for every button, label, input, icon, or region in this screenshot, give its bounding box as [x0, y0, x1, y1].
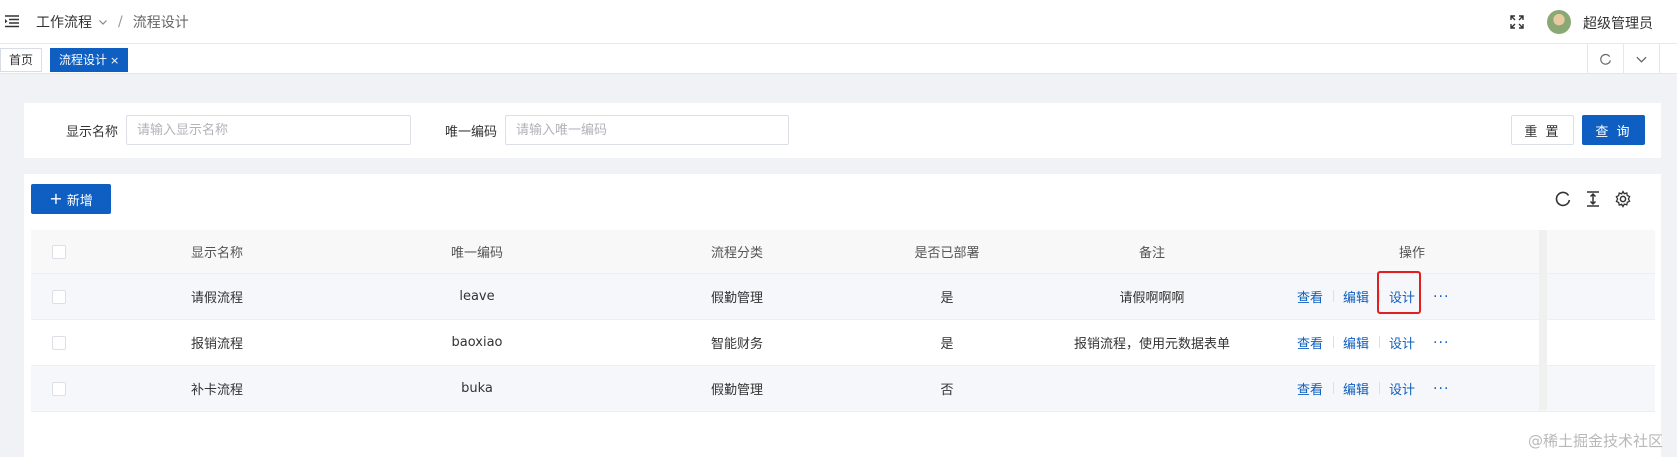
- tabs-extra: [1659, 44, 1677, 74]
- cell-unique-code: buka: [461, 381, 493, 396]
- tabs-bar: 首页 流程设计 ×: [0, 44, 1677, 74]
- search-panel: 显示名称 唯一编码 重 置 查 询: [24, 103, 1661, 158]
- cell-category: 假勤管理: [710, 383, 763, 398]
- cell-remark: [1027, 366, 1277, 411]
- close-icon[interactable]: ×: [110, 54, 119, 67]
- design-link[interactable]: 设计: [1379, 379, 1425, 398]
- column-header: 备注: [1138, 246, 1165, 261]
- reset-button[interactable]: 重 置: [1511, 115, 1574, 145]
- column-header: 操作: [1398, 246, 1425, 261]
- table-row: 补卡流程 buka 假勤管理 否 查看 编辑 设计 ···: [31, 366, 1655, 412]
- tabs-dropdown-button[interactable]: [1623, 44, 1659, 74]
- top-header: 工作流程 / 流程设计 超级管理员: [0, 0, 1677, 44]
- row-select-cell: [31, 320, 87, 365]
- refresh-icon: [1600, 53, 1611, 65]
- cell-category: 假勤管理: [710, 291, 763, 306]
- table-scrollbar[interactable]: [1539, 230, 1547, 410]
- row-checkbox[interactable]: [52, 335, 66, 350]
- row-select-cell: [31, 366, 87, 411]
- column-header: 显示名称: [190, 246, 243, 261]
- row-actions: 查看 编辑 设计 ···: [1287, 320, 1507, 365]
- row-select-cell: [31, 274, 87, 319]
- gear-icon[interactable]: [1614, 190, 1632, 208]
- more-actions-button[interactable]: ···: [1425, 381, 1457, 397]
- breadcrumb: 工作流程 / 流程设计: [36, 12, 189, 32]
- table-panel: + 新增 显示名称 唯一编码 流程分类 是否已部署 备注 操作 请假流程 lea…: [24, 174, 1661, 457]
- column-header: 唯一编码: [450, 246, 503, 261]
- cell-unique-code: leave: [459, 289, 495, 304]
- menu-toggle-icon[interactable]: [4, 13, 20, 29]
- tab-home-label: 首页: [9, 53, 34, 67]
- more-actions-button[interactable]: ···: [1425, 335, 1457, 351]
- tab-process-design-label: 流程设计: [59, 53, 108, 67]
- edit-link[interactable]: 编辑: [1333, 333, 1379, 352]
- view-link[interactable]: 查看: [1287, 333, 1333, 352]
- fullscreen-icon[interactable]: [1510, 15, 1524, 29]
- chevron-down-icon: [1636, 56, 1647, 63]
- add-button-label: 新增: [66, 193, 93, 209]
- cell-display-name: 请假流程: [190, 291, 243, 306]
- cell-display-name: 报销流程: [190, 337, 243, 352]
- refresh-icon[interactable]: [1554, 190, 1572, 208]
- cell-deployed: 是: [940, 291, 954, 306]
- cell-unique-code: baoxiao: [451, 335, 503, 350]
- refresh-tab-button[interactable]: [1587, 44, 1623, 74]
- table-header-row: 显示名称 唯一编码 流程分类 是否已部署 备注 操作: [31, 230, 1655, 274]
- select-all-checkbox[interactable]: [52, 244, 66, 259]
- query-button[interactable]: 查 询: [1582, 115, 1645, 145]
- cell-deployed: 是: [940, 337, 954, 352]
- view-link[interactable]: 查看: [1287, 287, 1333, 306]
- column-header: 流程分类: [710, 246, 763, 261]
- cell-category: 智能财务: [710, 337, 763, 352]
- view-link[interactable]: 查看: [1287, 379, 1333, 398]
- table-tools: [1554, 190, 1632, 208]
- unique-code-input[interactable]: [505, 115, 789, 145]
- table-row: 报销流程 baoxiao 智能财务 是 报销流程，使用元数据表单 查看 编辑 设…: [31, 320, 1655, 366]
- user-name[interactable]: 超级管理员: [1583, 13, 1653, 33]
- row-checkbox[interactable]: [52, 289, 66, 304]
- unique-code-label: 唯一编码: [445, 125, 498, 140]
- cell-deployed: 否: [940, 383, 954, 398]
- watermark: @稀土掘金技术社区: [1527, 432, 1663, 450]
- breadcrumb-item-workflow[interactable]: 工作流程: [36, 12, 92, 32]
- chevron-down-icon[interactable]: [98, 17, 108, 27]
- plus-icon: +: [49, 189, 63, 208]
- add-button[interactable]: + 新增: [31, 184, 111, 214]
- avatar[interactable]: [1547, 10, 1571, 34]
- design-link-highlight: [1377, 271, 1421, 314]
- row-actions: 查看 编辑 设计 ···: [1287, 366, 1507, 411]
- display-name-input[interactable]: [126, 115, 411, 145]
- tab-home[interactable]: 首页: [0, 48, 42, 72]
- column-height-icon[interactable]: [1584, 190, 1602, 208]
- column-header: 是否已部署: [914, 246, 980, 261]
- edit-link[interactable]: 编辑: [1333, 287, 1379, 306]
- cell-remark: 报销流程，使用元数据表单: [1073, 337, 1230, 352]
- edit-link[interactable]: 编辑: [1333, 379, 1379, 398]
- row-checkbox[interactable]: [52, 381, 66, 396]
- display-name-label: 显示名称: [66, 125, 119, 140]
- design-link[interactable]: 设计: [1379, 333, 1425, 352]
- process-table: 显示名称 唯一编码 流程分类 是否已部署 备注 操作 请假流程 leave 假勤…: [31, 230, 1655, 412]
- cell-remark: 请假啊啊啊: [1119, 291, 1185, 306]
- select-all-cell: [31, 230, 87, 273]
- breadcrumb-item-current: 流程设计: [132, 15, 189, 31]
- breadcrumb-separator: /: [118, 14, 123, 30]
- tab-process-design[interactable]: 流程设计 ×: [50, 48, 129, 72]
- cell-display-name: 补卡流程: [190, 383, 243, 398]
- more-actions-button[interactable]: ···: [1425, 289, 1457, 305]
- tabs-tools: [1587, 44, 1677, 74]
